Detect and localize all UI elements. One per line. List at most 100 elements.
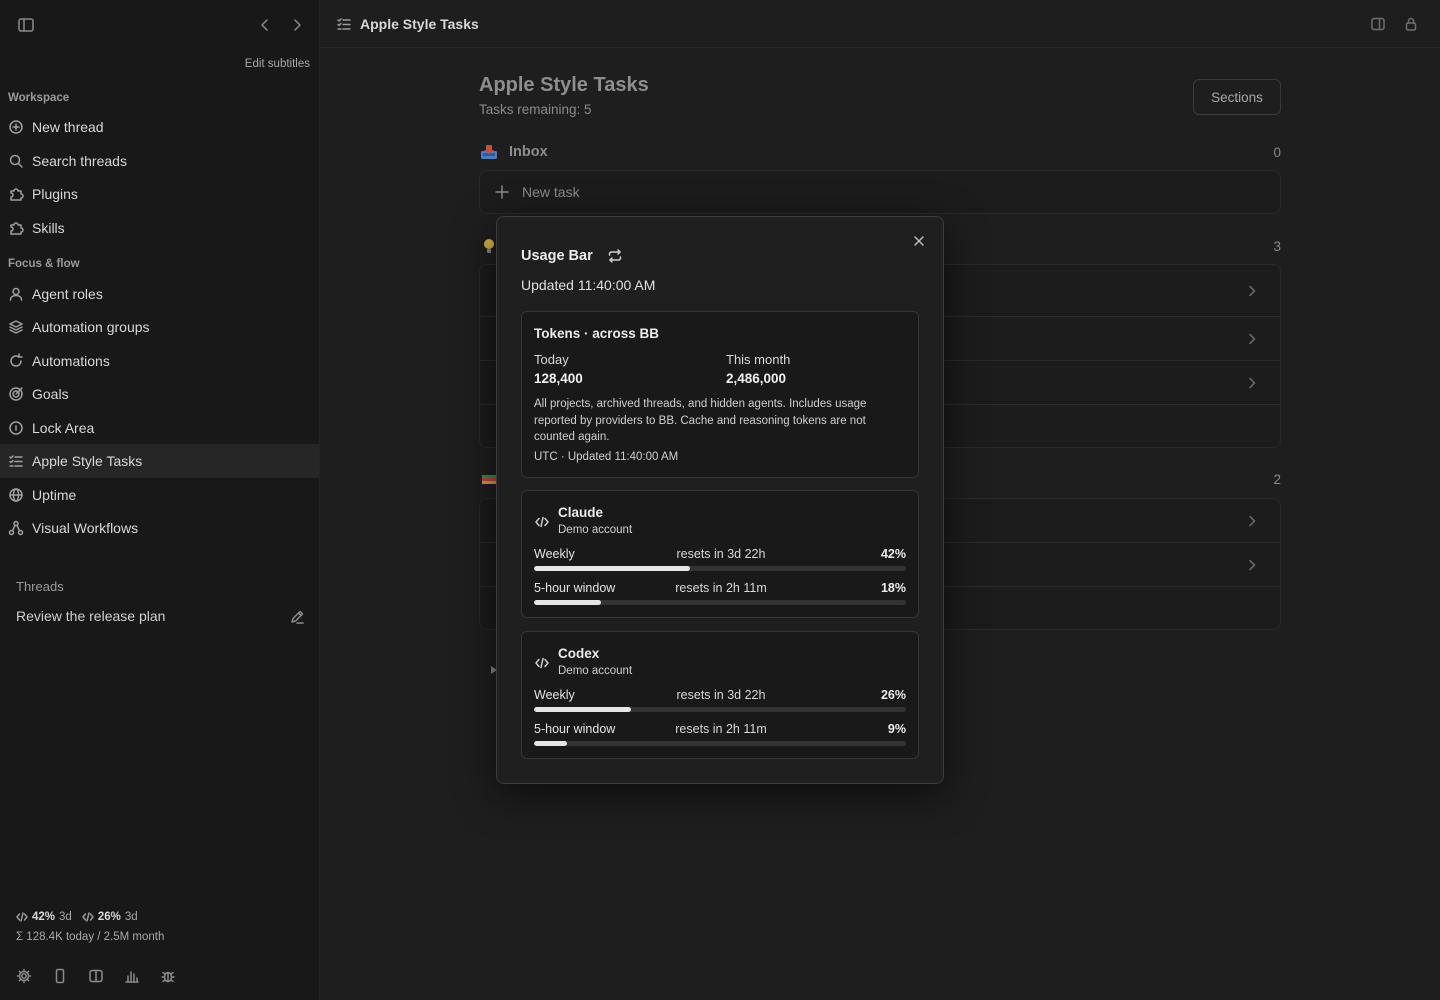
limit-reset: resets in 3d 22h (676, 688, 766, 702)
progress-fill (534, 741, 568, 746)
sidebar-item-goals[interactable]: Goals (0, 377, 319, 411)
sidebar-item-new-thread[interactable]: New thread (0, 110, 319, 144)
sidebar-item-label: Lock Area (32, 420, 95, 436)
chevron-right-icon[interactable] (1245, 376, 1259, 390)
edit-subtitles-link[interactable]: Edit subtitles (245, 58, 310, 70)
progress-fill (534, 566, 691, 571)
provider-panel-codex: Codex Demo account Weekly resets in 3d 2… (521, 631, 919, 759)
limit-percent: 9% (887, 722, 906, 736)
target-icon (8, 386, 24, 402)
sidebar-item-skills[interactable]: Skills (0, 211, 319, 245)
user-icon (8, 286, 24, 302)
globe-icon (8, 487, 24, 503)
close-icon[interactable] (912, 234, 926, 248)
bug-icon[interactable] (160, 968, 176, 984)
lock-icon[interactable] (1403, 16, 1419, 32)
loop-icon (8, 353, 24, 369)
sidebar-item-label: Plugins (32, 186, 78, 202)
chevron-right-icon[interactable] (1245, 558, 1259, 572)
workflow-icon (8, 520, 24, 536)
month-value: 2,486,000 (726, 371, 787, 386)
tasks-remaining: Tasks remaining: 5 (479, 102, 592, 117)
chart-icon[interactable] (124, 968, 140, 984)
limit-reset: resets in 2h 11m (675, 581, 767, 595)
sidebar-item-lock-area[interactable]: Lock Area (0, 411, 319, 445)
sidebar-item-label: Automation groups (32, 319, 150, 335)
claude-usage-reset: 3d (59, 911, 72, 923)
provider-name: Codex (558, 646, 600, 661)
provider-account: Demo account (558, 665, 633, 677)
codex-usage-reset: 3d (124, 911, 138, 923)
puzzle-icon (8, 186, 24, 202)
split-panel-icon[interactable] (1370, 16, 1386, 32)
page-title: Apple Style Tasks (479, 74, 649, 96)
new-task-label: New task (522, 184, 580, 200)
usage-progress-bar (534, 566, 906, 571)
puzzle-icon (8, 220, 24, 236)
sidebar-item-visual-workflows[interactable]: Visual Workflows (0, 511, 319, 545)
tokens-panel: Tokens · across BB Today 128,400 This mo… (521, 311, 919, 478)
chevron-right-icon[interactable] (1245, 284, 1259, 298)
dialog-updated-time: Updated 11:40:00 AM (521, 277, 656, 293)
sidebar-bottom-toolbar (16, 968, 176, 984)
tokens-note: All projects, archived threads, and hidd… (534, 398, 867, 443)
sidebar-item-agent-roles[interactable]: Agent roles (0, 277, 319, 311)
edit-pencil-icon[interactable] (289, 609, 305, 625)
section-count: 0 (1273, 144, 1281, 160)
sidebar-toggle-icon[interactable] (17, 16, 35, 34)
sidebar-item-automation-groups[interactable]: Automation groups (0, 310, 319, 344)
phone-icon[interactable] (52, 968, 68, 984)
usage-bar-dialog: Usage Bar Updated 11:40:00 AM Tokens · a… (496, 216, 944, 784)
usage-progress-bar (534, 707, 906, 712)
code-icon (16, 911, 28, 923)
sidebar-item-automations[interactable]: Automations (0, 344, 319, 378)
code-icon (535, 656, 549, 670)
today-value: 128,400 (534, 371, 583, 386)
thread-item[interactable]: Review the release plan (16, 608, 165, 624)
limit-percent: 42% (880, 547, 906, 561)
sidebar-item-search-threads[interactable]: Search threads (0, 144, 319, 178)
usage-progress-bar (534, 600, 906, 605)
sidebar-item-label: Visual Workflows (32, 520, 139, 536)
sidebar-item-label: New thread (32, 119, 104, 135)
new-task-input[interactable]: New task (479, 170, 1281, 214)
sidebar-item-uptime[interactable]: Uptime (0, 478, 319, 512)
limit-percent: 26% (880, 688, 906, 702)
focus-section-label: Focus & flow (8, 258, 80, 270)
progress-fill (534, 600, 601, 605)
forward-arrow-icon[interactable] (288, 16, 306, 34)
chevron-right-icon[interactable] (1245, 514, 1259, 528)
refresh-icon[interactable] (607, 248, 623, 264)
sidebar-token-summary[interactable]: Σ 128.4K today / 2.5M month (16, 931, 164, 943)
sidebar-item-label: Apple Style Tasks (32, 453, 143, 469)
sections-button[interactable]: Sections (1193, 79, 1281, 115)
back-arrow-icon[interactable] (256, 16, 274, 34)
today-label: Today (534, 352, 569, 367)
checklist-icon (8, 453, 24, 469)
sidebar-item-apple-style-tasks[interactable]: Apple Style Tasks (0, 444, 319, 478)
provider-account: Demo account (558, 524, 633, 536)
progress-fill (534, 707, 631, 712)
sidebar-usage-rate-limits[interactable]: 42% 3d 26% 3d (16, 911, 138, 923)
sidebar-item-label: Skills (32, 220, 65, 236)
plus-circle-icon (8, 119, 24, 135)
sidebar: Edit subtitles Workspace New thread Sear… (0, 0, 320, 1000)
split-view-icon[interactable] (88, 968, 104, 984)
tokens-title: Tokens · across BB (534, 326, 660, 341)
dialog-title: Usage Bar (521, 248, 593, 264)
threads-section-label: Threads (16, 579, 64, 594)
gear-icon[interactable] (16, 968, 32, 984)
code-icon (535, 515, 549, 529)
search-icon (8, 153, 24, 169)
sidebar-item-plugins[interactable]: Plugins (0, 177, 319, 211)
section-count: 2 (1273, 471, 1281, 487)
chevron-right-icon[interactable] (1245, 332, 1259, 346)
section-header-inbox[interactable]: Inbox 0 (479, 140, 1281, 164)
workspace-section-label: Workspace (8, 92, 70, 104)
token-summary-text: Σ 128.4K today / 2.5M month (16, 931, 165, 943)
sidebar-item-label: Goals (32, 386, 69, 402)
usage-progress-bar (534, 741, 906, 746)
sidebar-item-label: Search threads (32, 153, 127, 169)
provider-panel-claude: Claude Demo account Weekly resets in 3d … (521, 490, 919, 618)
code-icon (82, 911, 94, 923)
